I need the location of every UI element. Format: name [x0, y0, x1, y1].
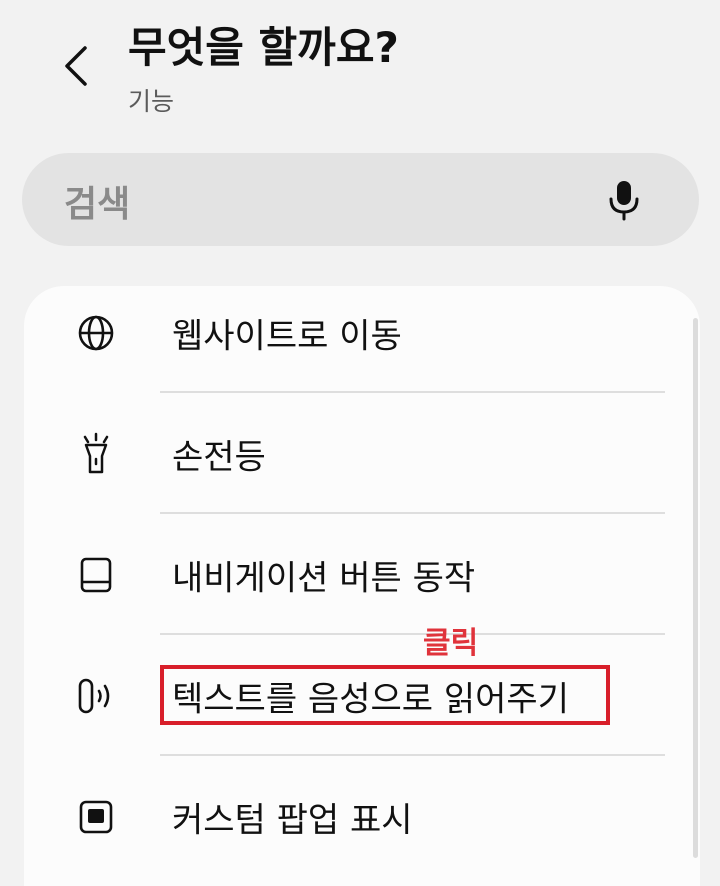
list-item-navigation-buttons[interactable]: 내비게이션 버튼 동작 — [24, 515, 700, 635]
list-item-label: 웹사이트로 이동 — [172, 316, 402, 357]
list-item-open-website[interactable]: 웹사이트로 이동 — [24, 273, 700, 393]
header: 무엇을 할까요? 기능 — [0, 0, 720, 140]
feature-list: 웹사이트로 이동 손전등 내비게이션 버튼 동작 텍스트를 음성으로 읽어주기 … — [24, 286, 700, 886]
navigation-bar-icon — [74, 553, 118, 597]
click-annotation-label: 클릭 — [423, 626, 479, 661]
divider — [160, 754, 665, 756]
globe-icon — [74, 311, 118, 355]
voice-search-button[interactable] — [601, 177, 647, 223]
divider — [160, 633, 665, 635]
divider — [160, 391, 665, 393]
list-item-label: 커스텀 팝업 표시 — [172, 800, 413, 841]
list-item-custom-popup[interactable]: 커스텀 팝업 표시 — [24, 757, 700, 877]
list-item-label: 내비게이션 버튼 동작 — [172, 558, 476, 599]
chevron-left-icon — [65, 46, 87, 86]
flashlight-icon — [74, 432, 118, 476]
list-item-label: 손전등 — [172, 437, 266, 478]
search-input[interactable]: 검색 — [22, 153, 699, 246]
scrollbar[interactable] — [693, 318, 698, 858]
back-button[interactable] — [50, 40, 102, 92]
microphone-icon — [609, 181, 639, 221]
click-highlight-box — [160, 665, 610, 725]
text-to-speech-icon — [74, 674, 118, 718]
divider — [160, 512, 665, 514]
popup-icon — [74, 795, 118, 839]
page-title: 무엇을 할까요? — [128, 23, 399, 72]
page-subtitle: 기능 — [128, 87, 175, 116]
list-item-flashlight[interactable]: 손전등 — [24, 394, 700, 514]
search-placeholder: 검색 — [64, 184, 131, 225]
